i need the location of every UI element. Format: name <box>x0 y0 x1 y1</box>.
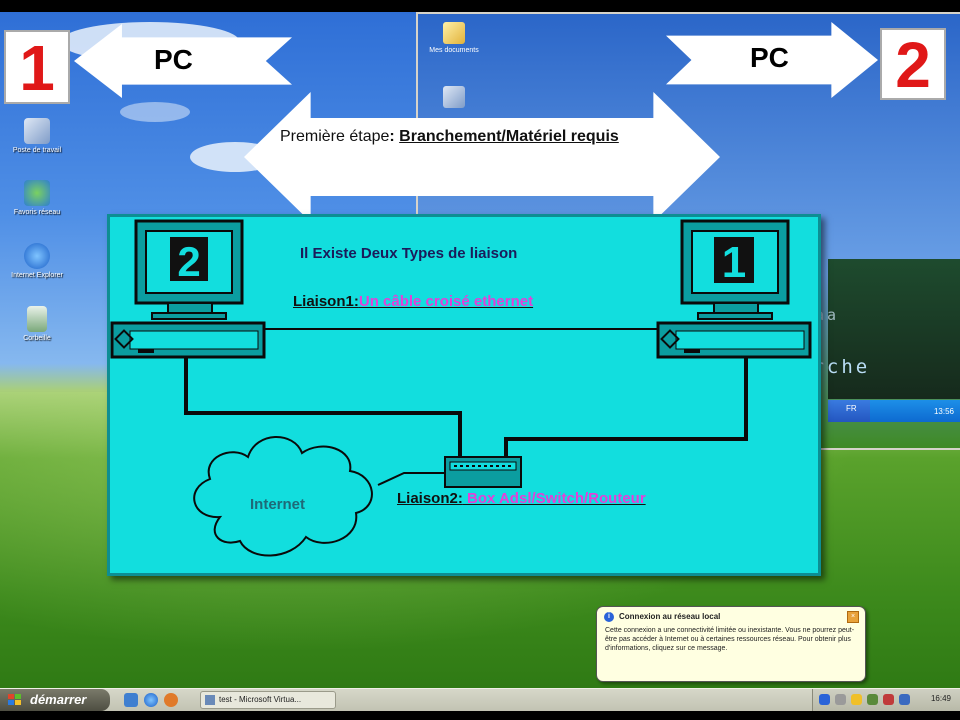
desktop-icon-label: Internet Explorer <box>11 272 63 279</box>
tray-app-icon[interactable] <box>899 694 910 705</box>
computer-2-icon: 2 <box>110 219 266 359</box>
desktop-icon-label: Poste de travail <box>12 147 62 154</box>
system-tray: 16:49 <box>812 689 960 711</box>
taskbar-button-label: test - Microsoft Virtua... <box>219 695 302 704</box>
network-diagram-slide: Il Existe Deux Types de liaison Liaison1… <box>107 214 821 576</box>
pc2-number: 2 <box>895 29 931 101</box>
computer-1-icon: 1 <box>656 219 812 359</box>
pc1-number: 1 <box>19 32 55 104</box>
vm2-icon-label: Mes documents <box>429 47 479 54</box>
recycle-bin-icon <box>27 306 47 332</box>
pc1-arrow-label: PC <box>154 44 193 75</box>
close-icon[interactable]: × <box>847 611 859 623</box>
taskbar-button-virtual-pc[interactable]: test - Microsoft Virtua... <box>200 691 336 709</box>
vm2-wallpaper-panel <box>828 259 960 399</box>
vm2-system-tray: 13:56 <box>870 400 960 422</box>
taskbar-clock: 16:49 <box>930 694 951 703</box>
first-step-colon: : <box>389 128 400 145</box>
cloud-decoration <box>120 102 190 122</box>
internet-explorer-icon[interactable] <box>144 693 158 707</box>
internet-label: Internet <box>250 496 306 513</box>
virtual-pc-icon <box>205 695 215 705</box>
vm2-desktop-icon-documents[interactable]: Mes documents <box>424 22 484 54</box>
network-places-icon <box>24 180 50 206</box>
my-computer-icon <box>24 118 50 144</box>
my-computer-icon <box>443 86 465 108</box>
desktop-icon-network-places[interactable]: Favoris réseau <box>2 180 72 216</box>
computer-1-number: 1 <box>722 238 746 287</box>
balloon-body: Cette connexion a une connectivité limit… <box>605 627 855 652</box>
start-label: démarrer <box>30 692 87 707</box>
vm2-clock: 13:56 <box>933 406 954 416</box>
vm2-taskbar: FR 13:56 <box>828 400 960 422</box>
antivirus-icon[interactable] <box>883 694 894 705</box>
windows-flag-icon <box>8 694 21 705</box>
cable-pc2-to-switch <box>184 351 462 457</box>
pc2-arrow-label: PC <box>750 42 789 73</box>
warning-icon[interactable] <box>851 694 862 705</box>
computer-2-number: 2 <box>177 238 200 285</box>
internet-explorer-icon <box>24 243 50 269</box>
network-diagram: 2 1 <box>110 219 812 557</box>
cable-pc1-to-switch <box>504 351 748 457</box>
desktop-icon-internet-explorer[interactable]: Internet Explorer <box>2 243 72 279</box>
network-notification-balloon[interactable]: i Connexion au réseau local × Cette conn… <box>596 606 866 682</box>
switch-router-icon <box>444 456 522 488</box>
volume-icon[interactable] <box>835 694 846 705</box>
start-button[interactable]: démarrer <box>0 689 110 711</box>
network-icon[interactable] <box>819 694 830 705</box>
my-documents-icon <box>443 22 465 44</box>
taskbar: démarrer test - Microsoft Virtua... 16:4… <box>0 688 960 711</box>
media-player-icon[interactable] <box>164 693 178 707</box>
first-step-title: Branchement/Matériel requis <box>399 128 619 145</box>
pc1-number-badge: 1 <box>4 30 70 104</box>
balloon-title: Connexion au réseau local <box>619 612 721 621</box>
first-step-prefix: Première étape <box>280 128 390 145</box>
first-step-caption: Première étape: Branchement/Matériel req… <box>280 124 660 149</box>
show-desktop-icon[interactable] <box>124 693 138 707</box>
vm2-language-indicator[interactable]: FR <box>846 404 857 413</box>
vm2-desktop-icon-computer[interactable] <box>424 86 484 111</box>
security-icon[interactable] <box>867 694 878 705</box>
info-icon: i <box>604 612 614 622</box>
cable-internet-to-switch <box>377 472 445 486</box>
pc2-number-badge: 2 <box>880 28 946 100</box>
desktop-icon-recycle-bin[interactable]: Corbeille <box>2 306 72 342</box>
desktop-icon-my-computer[interactable]: Poste de travail <box>2 118 72 154</box>
desktop-icon-label: Favoris réseau <box>13 209 61 216</box>
desktop-icon-label: Corbeille <box>23 335 51 342</box>
